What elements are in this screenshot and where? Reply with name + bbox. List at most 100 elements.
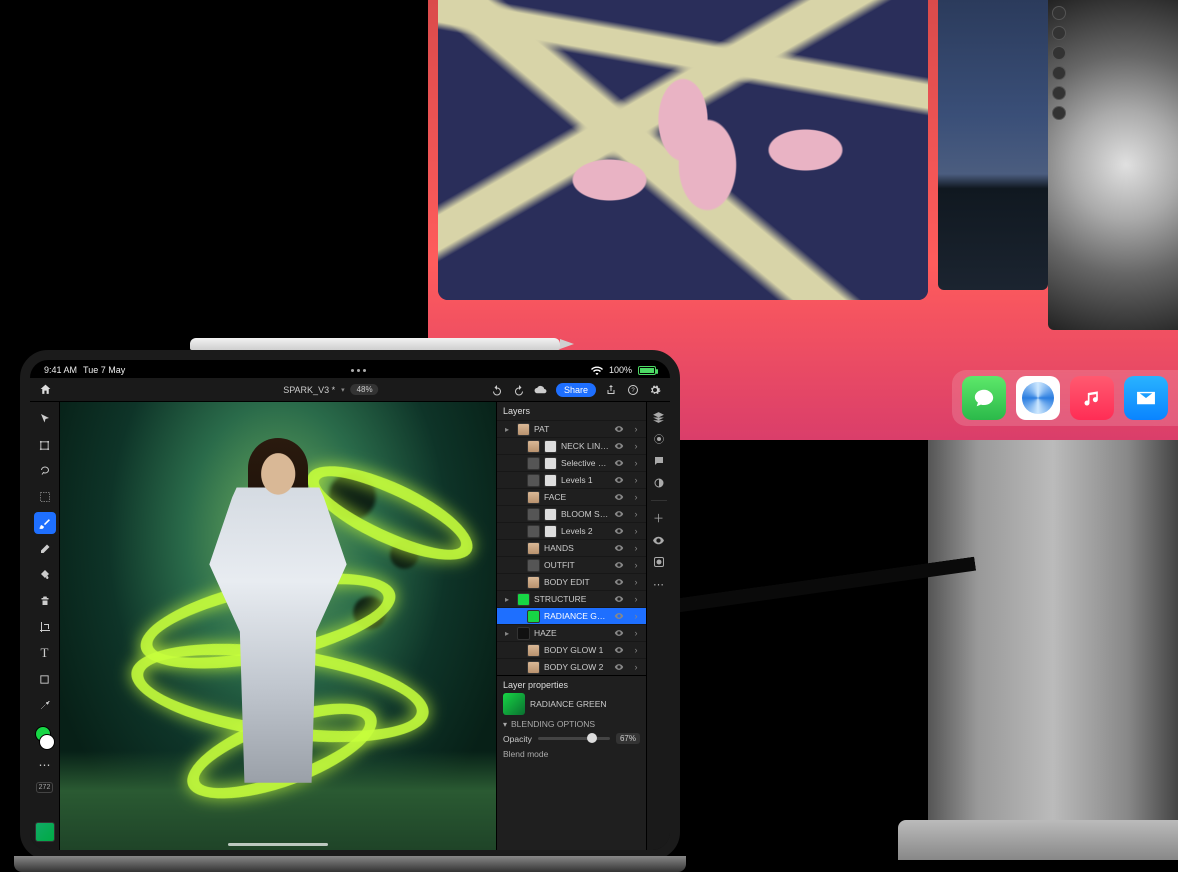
- brush-tool-icon[interactable]: [34, 512, 56, 534]
- layer-row[interactable]: NECK LINE PATCH›: [497, 437, 646, 454]
- layer-row[interactable]: Levels 2›: [497, 522, 646, 539]
- crop-tool-icon[interactable]: [34, 616, 56, 638]
- doc-dropdown-icon[interactable]: ▾: [341, 386, 345, 394]
- layer-row[interactable]: ▸HAZE›: [497, 624, 646, 641]
- layer-row[interactable]: BODY GLOW 2›: [497, 658, 646, 675]
- eraser-tool-icon[interactable]: [34, 538, 56, 560]
- visibility-eye-icon[interactable]: [614, 458, 626, 468]
- home-indicator[interactable]: [228, 843, 328, 846]
- layer-row[interactable]: HANDS›: [497, 539, 646, 556]
- cloud-icon[interactable]: [534, 383, 548, 397]
- color-swatches[interactable]: [35, 726, 55, 750]
- eyedropper-tool-icon[interactable]: [34, 694, 56, 716]
- visibility-eye-icon[interactable]: [614, 577, 626, 587]
- transform-tool-icon[interactable]: [34, 434, 56, 456]
- layer-options-icon[interactable]: ›: [630, 645, 642, 655]
- text-tool-icon[interactable]: T: [34, 642, 56, 664]
- blend-mode-label[interactable]: Blend mode: [503, 749, 640, 759]
- layer-options-icon[interactable]: ›: [630, 424, 642, 434]
- layer-count-badge: 272: [36, 782, 54, 793]
- background-color-swatch[interactable]: [39, 734, 55, 750]
- mask-icon[interactable]: [652, 555, 666, 569]
- opacity-value[interactable]: 67%: [616, 733, 640, 744]
- shape-tool-icon[interactable]: [34, 668, 56, 690]
- layer-row[interactable]: ▸PAT›: [497, 420, 646, 437]
- export-icon[interactable]: [604, 383, 618, 397]
- multitask-dots-icon[interactable]: [351, 369, 366, 372]
- layer-options-icon[interactable]: ›: [630, 611, 642, 621]
- layer-row[interactable]: FACE ›: [497, 488, 646, 505]
- more-tools-icon[interactable]: ⋯: [34, 754, 56, 776]
- layer-options-icon[interactable]: ›: [630, 492, 642, 502]
- canvas[interactable]: [60, 402, 496, 850]
- macos-dock[interactable]: [952, 370, 1178, 426]
- layer-row[interactable]: ▸STRUCTURE›: [497, 590, 646, 607]
- dock-mail-icon[interactable]: [1124, 376, 1168, 420]
- layer-thumb: [517, 627, 530, 640]
- undo-icon[interactable]: [490, 383, 504, 397]
- help-icon[interactable]: ?: [626, 383, 640, 397]
- layer-row[interactable]: OUTFIT›: [497, 556, 646, 573]
- fill-tool-icon[interactable]: [34, 564, 56, 586]
- navigator-thumb[interactable]: [35, 822, 55, 842]
- visibility-eye-icon[interactable]: [614, 662, 626, 672]
- lasso-tool-icon[interactable]: [34, 460, 56, 482]
- layer-options-icon[interactable]: ›: [630, 577, 642, 587]
- layer-options-icon[interactable]: ›: [630, 509, 642, 519]
- layer-row[interactable]: BLOOM SUIT›: [497, 505, 646, 522]
- disclosure-icon[interactable]: ▸: [505, 425, 513, 434]
- visibility-icon[interactable]: [652, 533, 666, 547]
- zoom-level[interactable]: 48%: [351, 384, 379, 395]
- visibility-eye-icon[interactable]: [614, 526, 626, 536]
- layer-options-icon[interactable]: ›: [630, 458, 642, 468]
- layer-row[interactable]: BODY GLOW 1›: [497, 641, 646, 658]
- redo-icon[interactable]: [512, 383, 526, 397]
- visibility-eye-icon[interactable]: [614, 560, 626, 570]
- layer-row[interactable]: Selective Color 1›: [497, 454, 646, 471]
- layer-options-icon[interactable]: ›: [630, 526, 642, 536]
- visibility-eye-icon[interactable]: [614, 509, 626, 519]
- visibility-eye-icon[interactable]: [614, 492, 626, 502]
- layer-options-icon[interactable]: ›: [630, 441, 642, 451]
- properties-tab-icon[interactable]: [652, 432, 666, 446]
- settings-gear-icon[interactable]: [648, 383, 662, 397]
- selected-layer-name: RADIANCE GREEN: [530, 699, 607, 709]
- share-button[interactable]: Share: [556, 383, 596, 397]
- adjustments-tab-icon[interactable]: [652, 476, 666, 490]
- layer-row[interactable]: BODY EDIT›: [497, 573, 646, 590]
- layer-row[interactable]: Levels 1›: [497, 471, 646, 488]
- blending-options-toggle[interactable]: ▾ BLENDING OPTIONS: [503, 719, 640, 729]
- layer-options-icon[interactable]: ›: [630, 594, 642, 604]
- add-layer-icon[interactable]: ＋: [652, 511, 666, 525]
- visibility-eye-icon[interactable]: [614, 475, 626, 485]
- layer-options-icon[interactable]: ›: [630, 560, 642, 570]
- home-icon[interactable]: [38, 383, 52, 397]
- quickselect-tool-icon[interactable]: [34, 486, 56, 508]
- dock-safari-icon[interactable]: [1016, 376, 1060, 420]
- layer-options-icon[interactable]: ›: [630, 475, 642, 485]
- visibility-eye-icon[interactable]: [614, 611, 626, 621]
- dock-messages-icon[interactable]: [962, 376, 1006, 420]
- comments-tab-icon[interactable]: [652, 454, 666, 468]
- layer-thumb: [527, 576, 540, 589]
- dock-music-icon[interactable]: [1070, 376, 1114, 420]
- layers-tab-icon[interactable]: [652, 410, 666, 424]
- opacity-slider[interactable]: [538, 737, 610, 740]
- layer-row[interactable]: RADIANCE GREEN›: [497, 607, 646, 624]
- layer-name: FACE: [544, 492, 610, 502]
- visibility-eye-icon[interactable]: [614, 543, 626, 553]
- layer-options-icon[interactable]: ›: [630, 628, 642, 638]
- disclosure-icon[interactable]: ▸: [505, 595, 513, 604]
- visibility-eye-icon[interactable]: [614, 628, 626, 638]
- layer-options-icon[interactable]: ›: [630, 662, 642, 672]
- move-tool-icon[interactable]: [34, 408, 56, 430]
- layer-options-icon[interactable]: ›: [630, 543, 642, 553]
- visibility-eye-icon[interactable]: [614, 424, 626, 434]
- clone-tool-icon[interactable]: [34, 590, 56, 612]
- visibility-eye-icon[interactable]: [614, 441, 626, 451]
- document-title[interactable]: SPARK_V3 *: [283, 385, 335, 395]
- visibility-eye-icon[interactable]: [614, 645, 626, 655]
- disclosure-icon[interactable]: ▸: [505, 629, 513, 638]
- visibility-eye-icon[interactable]: [614, 594, 626, 604]
- more-icon[interactable]: ⋯: [652, 577, 666, 591]
